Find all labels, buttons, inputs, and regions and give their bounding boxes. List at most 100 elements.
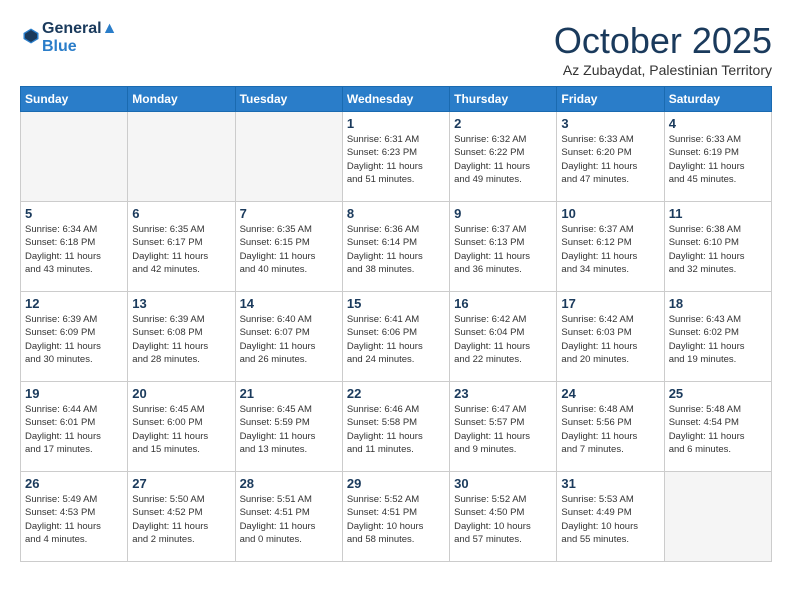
calendar-cell: 17 Sunrise: 6:42 AM Sunset: 6:03 PM Dayli…	[557, 292, 664, 382]
day-info: Sunrise: 5:48 AM Sunset: 4:54 PM Dayligh…	[669, 403, 767, 456]
day-info: Sunrise: 5:53 AM Sunset: 4:49 PM Dayligh…	[561, 493, 659, 546]
day-info: Sunrise: 6:37 AM Sunset: 6:13 PM Dayligh…	[454, 223, 552, 276]
month-title: October 2025	[554, 20, 772, 62]
calendar-cell: 1 Sunrise: 6:31 AM Sunset: 6:23 PM Daylig…	[342, 112, 449, 202]
calendar-table: SundayMondayTuesdayWednesdayThursdayFrid…	[20, 86, 772, 562]
day-number: 30	[454, 476, 552, 491]
calendar-cell: 23Sunrise: 6:47 AM Sunset: 5:57 PM Dayli…	[450, 382, 557, 472]
calendar-cell: 3Sunrise: 6:33 AM Sunset: 6:20 PM Daylig…	[557, 112, 664, 202]
day-info: Sunrise: 6:32 AM Sunset: 6:22 PM Dayligh…	[454, 133, 552, 186]
calendar-header-wednesday: Wednesday	[342, 87, 449, 112]
day-number: 27	[132, 476, 230, 491]
calendar-cell: 28Sunrise: 5:51 AM Sunset: 4:51 PM Dayli…	[235, 472, 342, 562]
day-number: 17	[561, 296, 659, 311]
day-info: Sunrise: 6:45 AM Sunset: 5:59 PM Dayligh…	[240, 403, 338, 456]
calendar-week-5: 26Sunrise: 5:49 AM Sunset: 4:53 PM Dayli…	[21, 472, 772, 562]
calendar-cell	[128, 112, 235, 202]
calendar-cell: 4 Sunrise: 6:33 AM Sunset: 6:19 PM Daylig…	[664, 112, 771, 202]
day-number: 24	[561, 386, 659, 401]
day-number: 3	[561, 116, 659, 131]
day-info: Sunrise: 5:50 AM Sunset: 4:52 PM Dayligh…	[132, 493, 230, 546]
calendar-week-1: 1 Sunrise: 6:31 AM Sunset: 6:23 PM Daylig…	[21, 112, 772, 202]
calendar-cell: 31 Sunrise: 5:53 AM Sunset: 4:49 PM Dayli…	[557, 472, 664, 562]
logo-text-line2: Blue	[42, 38, 117, 56]
day-info: Sunrise: 6:35 AM Sunset: 6:17 PM Dayligh…	[132, 223, 230, 276]
calendar-header-monday: Monday	[128, 87, 235, 112]
day-info: Sunrise: 6:41 AM Sunset: 6:06 PM Dayligh…	[347, 313, 445, 366]
day-info: Sunrise: 6:42 AM Sunset: 6:04 PM Dayligh…	[454, 313, 552, 366]
calendar-cell: 8 Sunrise: 6:36 AM Sunset: 6:14 PM Daylig…	[342, 202, 449, 292]
calendar-cell: 12 Sunrise: 6:39 AM Sunset: 6:09 PM Dayli…	[21, 292, 128, 382]
calendar-cell: 16 Sunrise: 6:42 AM Sunset: 6:04 PM Dayli…	[450, 292, 557, 382]
day-number: 1	[347, 116, 445, 131]
calendar-cell: 30 Sunrise: 5:52 AM Sunset: 4:50 PM Dayli…	[450, 472, 557, 562]
calendar-cell: 6 Sunrise: 6:35 AM Sunset: 6:17 PM Daylig…	[128, 202, 235, 292]
calendar-cell: 29 Sunrise: 5:52 AM Sunset: 4:51 PM Dayli…	[342, 472, 449, 562]
day-info: Sunrise: 6:48 AM Sunset: 5:56 PM Dayligh…	[561, 403, 659, 456]
calendar-header-sunday: Sunday	[21, 87, 128, 112]
day-number: 29	[347, 476, 445, 491]
day-info: Sunrise: 6:45 AM Sunset: 6:00 PM Dayligh…	[132, 403, 230, 456]
day-info: Sunrise: 5:52 AM Sunset: 4:51 PM Dayligh…	[347, 493, 445, 546]
day-number: 20	[132, 386, 230, 401]
calendar-cell: 9 Sunrise: 6:37 AM Sunset: 6:13 PM Daylig…	[450, 202, 557, 292]
day-number: 4	[669, 116, 767, 131]
day-info: Sunrise: 6:35 AM Sunset: 6:15 PM Dayligh…	[240, 223, 338, 276]
day-info: Sunrise: 6:33 AM Sunset: 6:19 PM Dayligh…	[669, 133, 767, 186]
page-header: General▲ Blue October 2025 Az Zubaydat, …	[20, 20, 772, 78]
calendar-cell: 22 Sunrise: 6:46 AM Sunset: 5:58 PM Dayli…	[342, 382, 449, 472]
day-number: 10	[561, 206, 659, 221]
day-info: Sunrise: 6:36 AM Sunset: 6:14 PM Dayligh…	[347, 223, 445, 276]
day-number: 18	[669, 296, 767, 311]
calendar-cell: 11Sunrise: 6:38 AM Sunset: 6:10 PM Dayli…	[664, 202, 771, 292]
calendar-cell: 15Sunrise: 6:41 AM Sunset: 6:06 PM Dayli…	[342, 292, 449, 382]
calendar-week-3: 12 Sunrise: 6:39 AM Sunset: 6:09 PM Dayli…	[21, 292, 772, 382]
day-number: 31	[561, 476, 659, 491]
day-number: 13	[132, 296, 230, 311]
day-number: 22	[347, 386, 445, 401]
calendar-cell: 7 Sunrise: 6:35 AM Sunset: 6:15 PM Daylig…	[235, 202, 342, 292]
day-number: 16	[454, 296, 552, 311]
day-number: 9	[454, 206, 552, 221]
day-number: 23	[454, 386, 552, 401]
calendar-cell: 18Sunrise: 6:43 AM Sunset: 6:02 PM Dayli…	[664, 292, 771, 382]
calendar-cell: 21 Sunrise: 6:45 AM Sunset: 5:59 PM Dayli…	[235, 382, 342, 472]
calendar-cell: 24 Sunrise: 6:48 AM Sunset: 5:56 PM Dayli…	[557, 382, 664, 472]
day-number: 25	[669, 386, 767, 401]
day-number: 19	[25, 386, 123, 401]
calendar-cell: 19 Sunrise: 6:44 AM Sunset: 6:01 PM Dayli…	[21, 382, 128, 472]
day-info: Sunrise: 6:31 AM Sunset: 6:23 PM Dayligh…	[347, 133, 445, 186]
calendar-week-4: 19 Sunrise: 6:44 AM Sunset: 6:01 PM Dayli…	[21, 382, 772, 472]
calendar-cell: 25 Sunrise: 5:48 AM Sunset: 4:54 PM Dayli…	[664, 382, 771, 472]
day-info: Sunrise: 6:42 AM Sunset: 6:03 PM Dayligh…	[561, 313, 659, 366]
calendar-cell: 5 Sunrise: 6:34 AM Sunset: 6:18 PM Daylig…	[21, 202, 128, 292]
calendar-cell	[664, 472, 771, 562]
day-info: Sunrise: 5:51 AM Sunset: 4:51 PM Dayligh…	[240, 493, 338, 546]
calendar-cell	[21, 112, 128, 202]
day-number: 6	[132, 206, 230, 221]
day-info: Sunrise: 6:39 AM Sunset: 6:09 PM Dayligh…	[25, 313, 123, 366]
calendar-header-tuesday: Tuesday	[235, 87, 342, 112]
logo-icon	[22, 27, 40, 45]
day-info: Sunrise: 6:46 AM Sunset: 5:58 PM Dayligh…	[347, 403, 445, 456]
day-number: 5	[25, 206, 123, 221]
day-info: Sunrise: 6:34 AM Sunset: 6:18 PM Dayligh…	[25, 223, 123, 276]
day-number: 14	[240, 296, 338, 311]
calendar-cell: 26Sunrise: 5:49 AM Sunset: 4:53 PM Dayli…	[21, 472, 128, 562]
day-info: Sunrise: 6:40 AM Sunset: 6:07 PM Dayligh…	[240, 313, 338, 366]
day-number: 12	[25, 296, 123, 311]
logo: General▲ Blue	[20, 20, 117, 56]
calendar-header-saturday: Saturday	[664, 87, 771, 112]
day-number: 7	[240, 206, 338, 221]
day-number: 21	[240, 386, 338, 401]
calendar-cell: 10 Sunrise: 6:37 AM Sunset: 6:12 PM Dayli…	[557, 202, 664, 292]
day-info: Sunrise: 6:44 AM Sunset: 6:01 PM Dayligh…	[25, 403, 123, 456]
title-area: October 2025 Az Zubaydat, Palestinian Te…	[554, 20, 772, 78]
day-info: Sunrise: 5:52 AM Sunset: 4:50 PM Dayligh…	[454, 493, 552, 546]
calendar-week-2: 5 Sunrise: 6:34 AM Sunset: 6:18 PM Daylig…	[21, 202, 772, 292]
calendar-cell: 20 Sunrise: 6:45 AM Sunset: 6:00 PM Dayli…	[128, 382, 235, 472]
day-number: 2	[454, 116, 552, 131]
calendar-header-thursday: Thursday	[450, 87, 557, 112]
day-info: Sunrise: 6:37 AM Sunset: 6:12 PM Dayligh…	[561, 223, 659, 276]
day-number: 8	[347, 206, 445, 221]
